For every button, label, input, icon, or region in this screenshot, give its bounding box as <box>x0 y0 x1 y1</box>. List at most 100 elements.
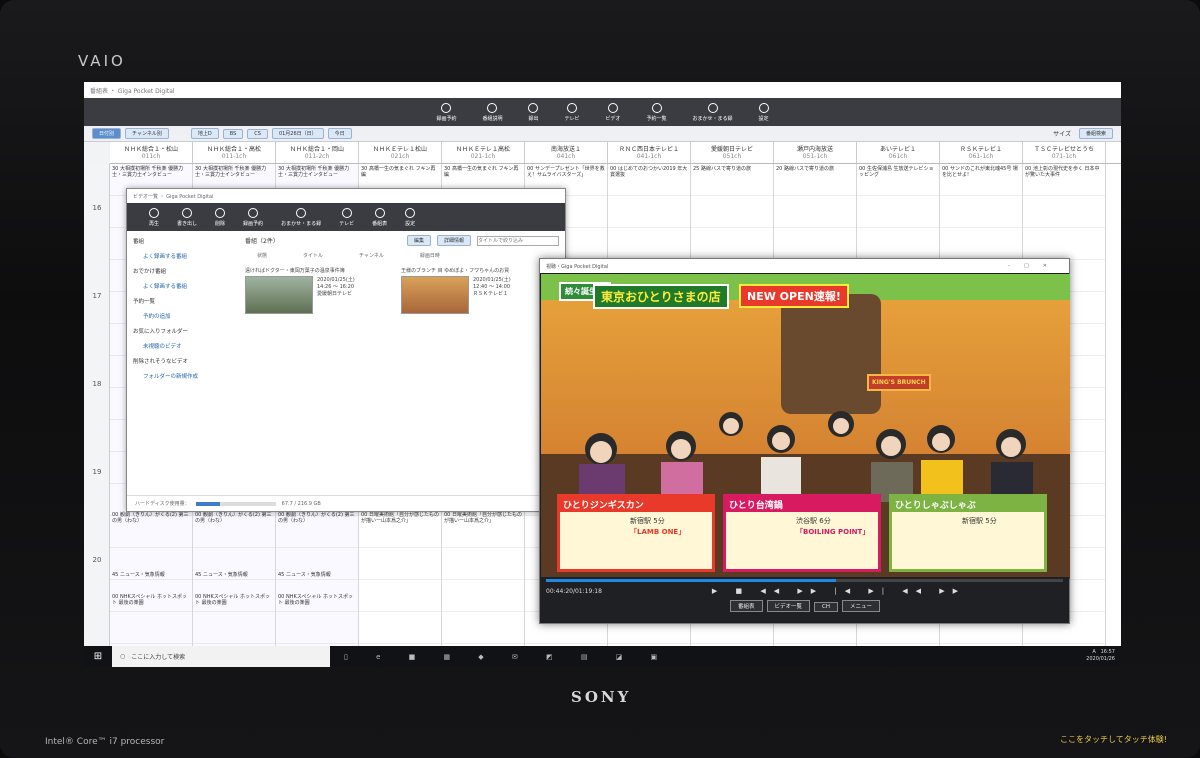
epg-toolbar-button[interactable]: 録出 <box>528 102 539 122</box>
program-cell[interactable]: 00 池上彰の現代史を歩く 日本中が驚いた大事件 <box>1025 166 1103 178</box>
column-header[interactable]: チャンネル <box>359 252 384 259</box>
program-cell[interactable]: 25 路線バスで寄り道の旅 <box>693 166 771 172</box>
channel-header[interactable]: ＴＳＣテレビせとうち 071-1ch <box>1023 142 1106 163</box>
program-cell[interactable]: 45 ニュース・気象情報 <box>278 572 356 578</box>
video-frame[interactable]: 続々誕生！ 東京おひとりさまの店 NEW OPEN速報! KING'S BRUN… <box>541 274 1070 579</box>
video-item[interactable]: 遠ければドクター・東岡万葉子の温泉事件簿 2020/01/25(土) 14:26 ～… <box>245 267 375 314</box>
channel-header[interactable]: ＮＨＫＥテレ１高松 021-1ch <box>442 142 525 163</box>
epg-toolbar-button[interactable]: おまかせ・まる録 <box>693 102 733 122</box>
hour-label: 16 <box>92 204 102 212</box>
system-tray: A 16:57 2020/01/26 <box>1086 649 1115 663</box>
channel-header[interactable]: あいテレビ１ 061ch <box>857 142 940 163</box>
program-cell[interactable]: 30 大相撲初場所 千秋楽 優勝力士・三賞力士インタビュー <box>112 166 190 178</box>
filter-terrestrial[interactable]: 地上D <box>190 128 219 139</box>
program-cell[interactable]: 00 NHKスペシャル ホットスポット 最後の楽園 <box>112 594 190 606</box>
program-cell[interactable]: 00 生佐保浦島 生放送テレビショッピング <box>859 166 937 178</box>
player-button[interactable]: 番組表 <box>730 600 763 612</box>
program-cell[interactable]: 30 高橋一生の気まぐれ フキン再編 <box>361 166 439 178</box>
channel-header[interactable]: ＮＨＫ総合１・岡山 011-2ch <box>276 142 359 163</box>
sidebar-item[interactable]: 削除されそうなビデオ <box>133 357 233 365</box>
sidebar-item[interactable]: 番組 <box>133 237 233 245</box>
program-cell[interactable]: 30 高橋一生の気まぐれ フキン再編 <box>444 166 522 178</box>
program-cell[interactable]: 00 サンデープレゼント「世界を救え！サムライバスターズ」 <box>527 166 605 178</box>
channel-header[interactable]: ＲＮＣ西日本テレビ１ 041-1ch <box>608 142 691 163</box>
video-time: 14:26 ～ 16:20 <box>317 284 354 290</box>
edit-button[interactable]: 編集 <box>406 235 431 246</box>
sidebar-item[interactable]: よく録画する番組 <box>133 252 233 260</box>
program-cell[interactable]: 30 大相撲初場所 千秋楽 優勝力士・三賞力士インタビュー <box>278 166 356 178</box>
tab-date[interactable]: 日付別 <box>92 128 122 139</box>
sidebar-item[interactable]: お気に入りフォルダー <box>133 327 233 335</box>
channel-header[interactable]: ＮＨＫ総合１・高松 011-1ch <box>193 142 276 163</box>
program-cell[interactable]: 30 大相撲初場所 千秋楽 優勝力士・三賞力士インタビュー <box>195 166 273 178</box>
size-label: サイズ <box>1053 131 1071 138</box>
sidebar-item[interactable]: 未視聴のビデオ <box>133 342 233 350</box>
window-controls[interactable]: –□✕ <box>1008 263 1061 269</box>
video-toolbar-button[interactable]: テレビ <box>339 207 354 227</box>
date-select[interactable]: 01月26日（日） <box>271 128 324 139</box>
column-header[interactable]: タイトル <box>303 252 323 259</box>
channel-header[interactable]: ＮＨＫ総合１・松山 011ch <box>110 142 193 163</box>
hour-label: 18 <box>92 380 102 388</box>
program-cell[interactable]: 00 観劇（きりん）がくる(2) 第三の男（わな） <box>278 512 356 524</box>
epg-toolbar-button[interactable]: 録画予約 <box>436 102 456 122</box>
taskbar-app-icons[interactable]: ▯ e ■ ▦ ◆ ✉ ◩ ▤ ◪ ▣ <box>344 653 670 661</box>
video-toolbar-button[interactable]: 設定 <box>405 207 415 227</box>
toolbar-icon <box>566 102 577 113</box>
tab-channel[interactable]: チャンネル別 <box>125 128 169 139</box>
filter-bs[interactable]: BS <box>222 128 244 139</box>
program-cell[interactable]: 00 NHKスペシャル ホットスポット 最後の楽園 <box>278 594 356 606</box>
player-button[interactable]: メニュー <box>842 600 881 612</box>
channel-header[interactable]: ＮＨＫＥテレ１松山 021ch <box>359 142 442 163</box>
sidebar-item[interactable]: 予約の追加 <box>133 312 233 320</box>
filter-cs[interactable]: CS <box>247 128 268 139</box>
player-button[interactable]: CH <box>814 602 839 612</box>
ime-indicator[interactable]: A <box>1092 649 1095 655</box>
detail-button[interactable]: 詳細情報 <box>436 235 471 246</box>
title-filter-input[interactable] <box>477 235 559 246</box>
epg-toolbar-button[interactable]: 設定 <box>758 102 769 122</box>
today-button[interactable]: 今日 <box>327 128 352 139</box>
video-toolbar-button[interactable]: 番組表 <box>372 207 387 227</box>
sidebar-item[interactable]: よく録画する番組 <box>133 282 233 290</box>
toolbar-label: 録出 <box>528 115 539 122</box>
program-cell[interactable]: 45 ニュース・気象情報 <box>195 572 273 578</box>
sidebar-item[interactable]: 予約一覧 <box>133 297 233 305</box>
player-button[interactable]: ビデオ一覧 <box>766 600 811 612</box>
epg-toolbar-button[interactable]: ビデオ <box>606 102 621 122</box>
sidebar-item[interactable]: おでかけ番組 <box>133 267 233 275</box>
video-item[interactable]: 王様のブランチ 目 ゆめぽよ・フワちゃんのお買 2020/01/25(土) 12:4… <box>401 267 531 314</box>
program-cell[interactable]: 00 日曜美術館「自分が感じたものが描いー山本爲之介」 <box>444 512 522 524</box>
sidebar-item[interactable]: フォルダーの新規作成 <box>133 372 233 380</box>
video-toolbar-button[interactable]: 再生 <box>149 207 159 227</box>
program-cell[interactable]: 45 ニュース・気象情報 <box>112 572 190 578</box>
shop-card: ひとり台湾鍋 渋谷駅 6分 「BOILING POINT」 <box>723 494 881 572</box>
epg-subbar: 日付別 チャンネル別 地上D BS CS 01月26日（日） 今日 サイズ 番組… <box>84 126 1121 142</box>
seek-bar[interactable] <box>546 579 1063 582</box>
program-cell[interactable]: 00 サンドのこれが東北魂45号 場を比とせよ! <box>942 166 1020 178</box>
epg-toolbar-button[interactable]: テレビ <box>564 102 580 122</box>
channel-header[interactable]: 瀬戸内海放送 051-1ch <box>774 142 857 163</box>
program-search-button[interactable]: 番組検索 <box>1078 128 1113 139</box>
channel-header[interactable]: ＲＳＫテレビ１ 061-1ch <box>940 142 1023 163</box>
channel-name: 瀬戸内海放送 <box>796 146 833 153</box>
program-cell[interactable]: 00 観劇（きりん）がくる(2) 第三の男（わな） <box>112 512 190 524</box>
column-header[interactable]: 状態 <box>257 252 267 259</box>
program-cell[interactable]: 20 路線バスで寄り道の旅 <box>776 166 854 172</box>
video-toolbar-button[interactable]: 削除 <box>215 207 225 227</box>
transport-controls[interactable]: ▶ ■ ◀◀ ▶▶ |◀ ▶| ◀◀ ▶▶ <box>712 587 966 595</box>
program-cell[interactable]: 00 NHKスペシャル ホットスポット 最後の楽園 <box>195 594 273 606</box>
epg-toolbar-button[interactable]: 番組説明 <box>482 102 502 122</box>
program-cell[interactable]: 00 はじめてのおつかい2019 年大賞選抜 <box>610 166 688 178</box>
channel-header[interactable]: 愛媛朝日テレビ 051ch <box>691 142 774 163</box>
column-header[interactable]: 録画日時 <box>420 252 440 259</box>
program-cell[interactable]: 00 観劇（きりん）がくる(2) 第三の男（わな） <box>195 512 273 524</box>
video-toolbar-button[interactable]: おまかせ・まる録 <box>281 207 321 227</box>
windows-start-icon[interactable]: ⊞ <box>84 651 112 662</box>
video-toolbar-button[interactable]: 録画予約 <box>243 207 263 227</box>
epg-toolbar-button[interactable]: 予約一覧 <box>647 102 667 122</box>
program-cell[interactable]: 00 日曜美術館「自分が感じたものが描いー山本爲之介」 <box>361 512 439 524</box>
channel-header[interactable]: 南海放送１ 041ch <box>525 142 608 163</box>
taskbar-search[interactable]: ○ ここに入力して検索 <box>112 646 330 667</box>
video-toolbar-button[interactable]: 書き出し <box>177 207 197 227</box>
